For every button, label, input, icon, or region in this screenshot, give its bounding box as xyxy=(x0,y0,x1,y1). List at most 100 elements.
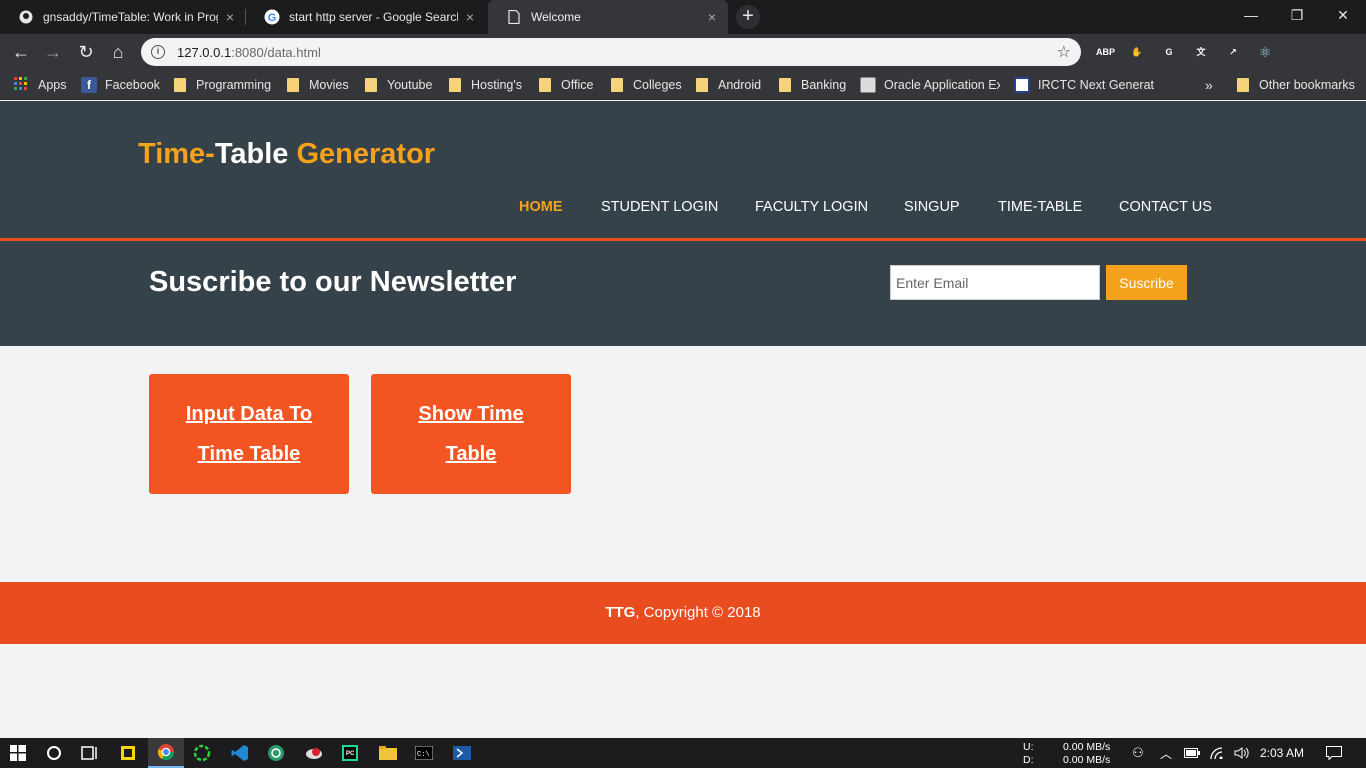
green-app-icon[interactable] xyxy=(258,738,294,768)
show-time-table-card: Show Time Table xyxy=(371,374,571,494)
net-download-speed: 0.00 MB/s xyxy=(1063,754,1111,766)
home-icon[interactable]: ⌂ xyxy=(106,40,130,64)
bookmark-oracle[interactable]: Oracle Application Ex xyxy=(860,70,1000,100)
people-icon[interactable]: ⚇ xyxy=(1124,738,1152,768)
site-footer: TTG, Copyright © 2018 xyxy=(0,582,1366,644)
facebook-icon: f xyxy=(81,77,97,93)
arrow-extension-icon[interactable]: ↗ xyxy=(1224,43,1242,61)
address-bar[interactable]: i 127.0.0.1:8080/data.html ☆ xyxy=(141,38,1081,66)
url-text: 127.0.0.1:8080/data.html xyxy=(177,44,321,60)
windows-start-icon[interactable] xyxy=(0,738,36,768)
battery-icon[interactable] xyxy=(1180,738,1204,768)
powershell-icon[interactable] xyxy=(444,738,480,768)
folder-icon xyxy=(1237,78,1249,92)
tab-welcome[interactable]: Welcome × xyxy=(488,0,728,34)
bookmark-star-icon[interactable]: ☆ xyxy=(1057,42,1071,62)
profile-avatar-icon[interactable] xyxy=(1302,42,1322,62)
chrome-taskbar-icon[interactable] xyxy=(148,738,184,768)
folder-icon xyxy=(539,78,551,92)
stop-hand-icon[interactable]: ✋ xyxy=(1128,43,1146,61)
adblock-plus-icon[interactable]: ABP xyxy=(1096,43,1115,61)
newsletter-title: Suscribe to our Newsletter xyxy=(149,266,517,298)
taskbar-clock[interactable]: 2:03 AM xyxy=(1260,738,1304,768)
windows-taskbar: PC C:\ U: D: 0.00 MB/s 0.00 MB/s ⚇ ︿ 2:0… xyxy=(0,738,1366,768)
bookmark-hostings[interactable]: Hosting's xyxy=(449,70,522,100)
page-icon xyxy=(506,9,522,25)
nav-student-login[interactable]: STUDENT LOGIN xyxy=(601,199,718,215)
sticky-notes-icon[interactable] xyxy=(110,738,146,768)
input-data-link[interactable]: Input Data To Time Table xyxy=(169,394,329,474)
back-icon[interactable]: ← xyxy=(9,40,33,64)
file-explorer-icon[interactable] xyxy=(370,738,406,768)
newsletter-section: Suscribe to our Newsletter Suscribe xyxy=(0,241,1366,346)
tab-title: start http server - Google Search xyxy=(289,10,458,24)
net-upload-label: U: xyxy=(1023,741,1034,753)
tab-close-icon[interactable]: × xyxy=(466,9,474,25)
bookmark-apps[interactable]: Apps xyxy=(14,70,67,100)
svg-text:C:\: C:\ xyxy=(417,751,430,759)
bookmark-other[interactable]: Other bookmarks xyxy=(1237,70,1355,100)
forward-icon[interactable]: → xyxy=(41,40,65,64)
apps-grid-icon xyxy=(14,77,30,93)
folder-icon xyxy=(174,78,186,92)
bookmark-banking[interactable]: Banking xyxy=(779,70,846,100)
nav-home[interactable]: HOME xyxy=(519,199,563,215)
bookmark-youtube[interactable]: Youtube xyxy=(365,70,432,100)
reload-icon[interactable]: ↻ xyxy=(74,40,98,64)
tab-close-icon[interactable]: × xyxy=(226,9,234,25)
task-view-icon[interactable] xyxy=(72,738,108,768)
command-prompt-icon[interactable]: C:\ xyxy=(406,738,442,768)
bookmark-facebook[interactable]: f Facebook xyxy=(81,70,160,100)
oracle-page-icon xyxy=(860,77,876,93)
bookmark-office[interactable]: Office xyxy=(539,70,593,100)
more-bookmarks-icon[interactable]: » xyxy=(1205,70,1213,100)
tab-title: Welcome xyxy=(531,10,581,24)
bookmarks-bar: Apps f Facebook Programming Movies Youtu… xyxy=(0,70,1366,100)
tab-close-icon[interactable]: × xyxy=(708,9,716,25)
folder-icon xyxy=(449,78,461,92)
tab-github[interactable]: gnsaddy/TimeTable: Work in Prog × xyxy=(0,0,246,34)
maximize-icon[interactable]: ❐ xyxy=(1274,0,1320,30)
folder-icon xyxy=(365,78,377,92)
email-input[interactable] xyxy=(890,265,1100,300)
site-header: Time-Table Generator HOME STUDENT LOGIN … xyxy=(0,101,1366,238)
grammarly-icon[interactable]: G xyxy=(1160,43,1178,61)
react-devtools-icon[interactable]: ⚛ xyxy=(1256,43,1274,61)
site-logo[interactable]: Time-Table Generator xyxy=(138,138,435,171)
nav-time-table[interactable]: TIME-TABLE xyxy=(998,199,1082,215)
spinner-app-icon[interactable] xyxy=(184,738,220,768)
tab-google-search[interactable]: G start http server - Google Search × xyxy=(246,0,486,34)
vscode-icon[interactable] xyxy=(222,738,258,768)
bookmark-android[interactable]: Android xyxy=(696,70,761,100)
show-time-table-link[interactable]: Show Time Table xyxy=(391,394,551,474)
site-info-icon[interactable]: i xyxy=(151,45,165,59)
google-translate-icon[interactable]: 文 xyxy=(1192,43,1210,61)
input-data-card: Input Data To Time Table xyxy=(149,374,349,494)
action-center-icon[interactable] xyxy=(1318,738,1350,768)
irctc-icon xyxy=(1014,77,1030,93)
bookmark-movies[interactable]: Movies xyxy=(287,70,349,100)
folder-icon xyxy=(611,78,623,92)
bookmark-colleges[interactable]: Colleges xyxy=(611,70,682,100)
nav-faculty-login[interactable]: FACULTY LOGIN xyxy=(755,199,868,215)
browser-tab-strip: gnsaddy/TimeTable: Work in Prog × G star… xyxy=(0,0,1366,34)
nav-signup[interactable]: SINGUP xyxy=(904,199,960,215)
subscribe-button[interactable]: Suscribe xyxy=(1106,265,1187,300)
wifi-icon[interactable] xyxy=(1206,738,1230,768)
net-upload-speed: 0.00 MB/s xyxy=(1063,741,1111,753)
volume-icon[interactable] xyxy=(1230,738,1254,768)
svg-text:G: G xyxy=(268,12,277,24)
minimize-icon[interactable]: — xyxy=(1228,0,1274,30)
footer-brand: TTG xyxy=(605,604,636,621)
browser-toolbar: ← → ↻ ⌂ i 127.0.0.1:8080/data.html ☆ ABP… xyxy=(0,34,1366,70)
bookmark-irctc[interactable]: IRCTC Next Generatio xyxy=(1014,70,1154,100)
close-window-icon[interactable]: ✕ xyxy=(1320,0,1366,30)
nav-contact-us[interactable]: CONTACT US xyxy=(1119,199,1212,215)
pycharm-icon[interactable]: PC xyxy=(332,738,368,768)
new-tab-button[interactable]: + xyxy=(736,5,760,29)
search-circle-icon[interactable] xyxy=(36,738,72,768)
bookmark-programming[interactable]: Programming xyxy=(174,70,271,100)
red-cloud-app-icon[interactable] xyxy=(296,738,332,768)
tab-title: gnsaddy/TimeTable: Work in Prog xyxy=(43,10,218,24)
chevron-up-icon[interactable]: ︿ xyxy=(1154,738,1178,768)
